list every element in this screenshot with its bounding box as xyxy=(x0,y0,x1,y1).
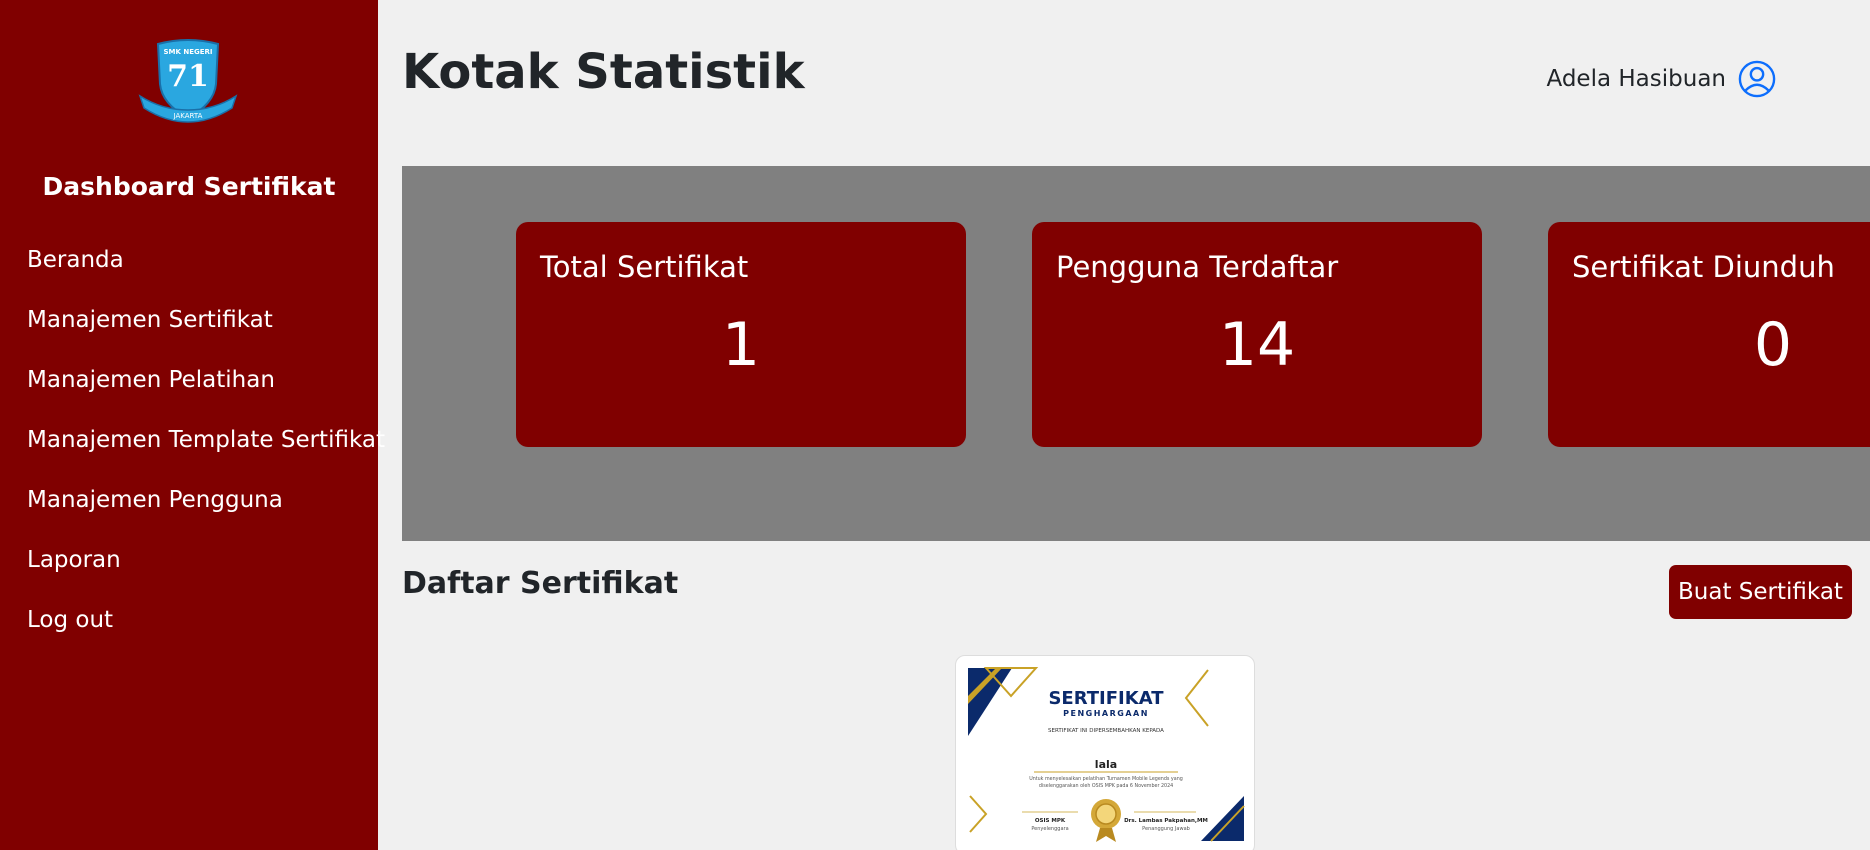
sidebar-item-manajemen-sertifikat[interactable]: Manajemen Sertifikat xyxy=(27,302,385,362)
stat-card-sertifikat-diunduh: Sertifikat Diunduh 0 xyxy=(1548,222,1870,447)
cert-recipient: lala xyxy=(1095,758,1117,771)
certificate-list-title: Daftar Sertifikat xyxy=(402,566,679,601)
sidebar-item-laporan[interactable]: Laporan xyxy=(27,542,385,602)
sidebar: SMK NEGERI 71 JAKARTA Dashboard Sertifik… xyxy=(0,0,385,850)
sidebar-item-manajemen-template-sertifikat[interactable]: Manajemen Template Sertifikat xyxy=(27,422,385,482)
school-logo: SMK NEGERI 71 JAKARTA xyxy=(138,39,238,123)
cert-signer-left-role: Penyelenggara xyxy=(1031,826,1068,832)
cert-subheading: PENGHARGAAN xyxy=(1063,709,1149,718)
user-name: Adela Hasibuan xyxy=(1546,66,1727,92)
cert-dedication: SERTIFIKAT INI DIPERSEMBAHKAN KEPADA xyxy=(1048,728,1164,734)
cert-description-line1: Untuk menyelesaikan pelatihan Turnamen M… xyxy=(1029,776,1183,782)
logo-ribbon-text: JAKARTA xyxy=(173,112,203,120)
cert-signer-right-name: Drs. Lambas Pakpahan,MM xyxy=(1124,818,1208,824)
cert-signer-left-name: OSIS MPK xyxy=(1035,818,1066,824)
cert-signer-right-role: Penanggung Jawab xyxy=(1142,826,1190,832)
stat-label: Sertifikat Diunduh xyxy=(1572,250,1835,284)
stat-card-total-sertifikat: Total Sertifikat 1 xyxy=(516,222,966,447)
stat-label: Total Sertifikat xyxy=(540,250,749,284)
sidebar-item-manajemen-pelatihan[interactable]: Manajemen Pelatihan xyxy=(27,362,385,422)
cert-heading: SERTIFIKAT xyxy=(1048,688,1164,709)
user-menu[interactable]: Adela Hasibuan xyxy=(1547,60,1777,98)
user-circle-icon[interactable] xyxy=(1738,60,1776,98)
stats-panel: Total Sertifikat 1 Pengguna Terdaftar 14… xyxy=(402,166,1870,541)
stat-card-pengguna-terdaftar: Pengguna Terdaftar 14 xyxy=(1032,222,1482,447)
stat-value: 0 xyxy=(1753,310,1793,380)
logo-number: 71 xyxy=(167,59,209,94)
sidebar-nav: Beranda Manajemen Sertifikat Manajemen P… xyxy=(27,242,385,662)
sidebar-item-logout[interactable]: Log out xyxy=(27,602,385,662)
page-title: Kotak Statistik xyxy=(402,44,805,100)
certificate-thumbnail: SERTIFIKAT PENGHARGAAN SERTIFIKAT INI DI… xyxy=(968,667,1245,850)
sidebar-item-beranda[interactable]: Beranda xyxy=(27,242,385,302)
sidebar-brand: Dashboard Sertifikat xyxy=(42,172,336,201)
stat-value: 14 xyxy=(1218,310,1296,380)
stat-value: 1 xyxy=(721,310,761,380)
create-certificate-button[interactable]: Buat Sertifikat xyxy=(1669,565,1852,619)
stat-label: Pengguna Terdaftar xyxy=(1056,250,1339,284)
certificate-card[interactable]: SERTIFIKAT PENGHARGAAN SERTIFIKAT INI DI… xyxy=(955,655,1255,850)
logo-top-text: SMK NEGERI xyxy=(163,48,212,56)
sidebar-item-manajemen-pengguna[interactable]: Manajemen Pengguna xyxy=(27,482,385,542)
cert-description-line2: diselenggarakan oleh OSIS MPK pada 6 Nov… xyxy=(1039,783,1173,789)
